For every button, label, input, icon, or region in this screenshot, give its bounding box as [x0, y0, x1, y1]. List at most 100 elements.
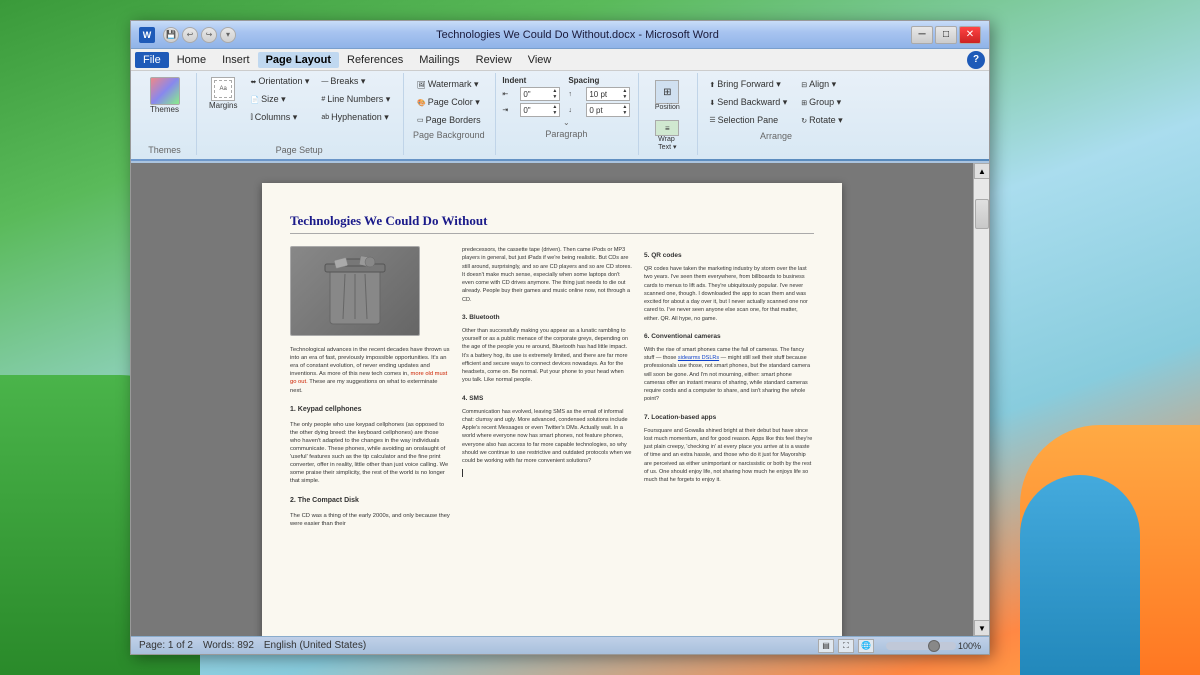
- maximize-button[interactable]: □: [935, 26, 957, 44]
- spacing-before-down[interactable]: ▼: [622, 94, 627, 100]
- spacing-before-field[interactable]: 10 pt ▲ ▼: [586, 87, 630, 101]
- zoom-control: 100%: [886, 641, 981, 651]
- wrap-text-icon: ≡: [655, 120, 679, 136]
- watermark-label: Watermark ▾: [428, 79, 479, 90]
- menu-file[interactable]: File: [135, 52, 169, 68]
- menu-review[interactable]: Review: [468, 52, 520, 68]
- line-numbers-label: Line Numbers ▾: [327, 94, 390, 105]
- paragraph-dialog-launcher[interactable]: ⌄: [563, 118, 570, 127]
- section3-text: Other than successfully making you appea…: [462, 327, 632, 385]
- minimize-button[interactable]: ─: [911, 26, 933, 44]
- indent-right-field[interactable]: 0" ▲ ▼: [520, 103, 560, 117]
- desktop-shape-right2: [1020, 475, 1140, 675]
- themes-group: Themes Themes: [137, 73, 197, 155]
- position-label: Position: [655, 104, 680, 111]
- menu-page-layout[interactable]: Page Layout: [258, 52, 339, 68]
- themes-label: Themes: [150, 105, 179, 114]
- trash-image: [290, 246, 420, 336]
- scroll-thumb[interactable]: [975, 199, 989, 229]
- page-container[interactable]: Technologies We Could Do Without: [131, 163, 973, 636]
- print-layout-view[interactable]: ▤: [818, 639, 834, 653]
- section2-title: 2. The Compact Disk: [290, 497, 450, 504]
- position-wraptext-group: ⊞ Position ≡ WrapText ▾: [641, 73, 698, 155]
- indent-right-row: ⇥ 0" ▲ ▼: [502, 103, 560, 117]
- columns-label: Columns ▾: [255, 112, 298, 123]
- hyphenation-button[interactable]: ab Hyphenation ▾: [316, 109, 395, 126]
- menu-references[interactable]: References: [339, 52, 411, 68]
- zoom-slider-thumb[interactable]: [928, 640, 940, 652]
- page-background-group: 🖼 Watermark ▾ 🎨 Page Color ▾ ▭ Page Bord…: [406, 73, 496, 155]
- bring-forward-label: Bring Forward ▾: [717, 79, 781, 90]
- customize-quick-btn[interactable]: ▾: [220, 27, 236, 43]
- help-btn[interactable]: ?: [967, 51, 985, 69]
- group-button[interactable]: ⊞ Group ▾: [796, 94, 847, 111]
- save-quick-btn[interactable]: 💾: [163, 27, 179, 43]
- word-page: Technologies We Could Do Without: [262, 183, 842, 636]
- redo-quick-btn[interactable]: ↪: [201, 27, 217, 43]
- page-color-button[interactable]: 🎨 Page Color ▾: [412, 94, 486, 111]
- ribbon-content: Themes Themes Aa Margins: [131, 71, 989, 159]
- scroll-track[interactable]: [974, 179, 989, 620]
- spacing-before-icon: ↑: [568, 91, 584, 98]
- menu-mailings[interactable]: Mailings: [411, 52, 467, 68]
- indent-right-down[interactable]: ▼: [552, 110, 557, 116]
- indent-left-field[interactable]: 0" ▲ ▼: [520, 87, 560, 101]
- spacing-after-field[interactable]: 0 pt ▲ ▼: [586, 103, 630, 117]
- themes-group-label: Themes: [148, 145, 181, 155]
- themes-buttons: Themes: [144, 73, 186, 143]
- line-numbers-button[interactable]: # Line Numbers ▾: [316, 91, 395, 108]
- vertical-scrollbar[interactable]: ▲ ▼: [973, 163, 989, 636]
- orientation-button[interactable]: ⬌ Orientation ▾: [245, 73, 314, 90]
- group-label: Group ▾: [809, 97, 841, 108]
- close-button[interactable]: ✕: [959, 26, 981, 44]
- send-backward-button[interactable]: ⬇ Send Backward ▾: [704, 94, 792, 111]
- menu-insert[interactable]: Insert: [214, 52, 258, 68]
- selection-pane-button[interactable]: ☰ Selection Pane: [704, 112, 792, 128]
- page-title: Technologies We Could Do Without: [290, 213, 814, 234]
- full-screen-view[interactable]: ⛶: [838, 639, 854, 653]
- section7-title: 7. Location-based apps: [644, 414, 814, 421]
- watermark-button[interactable]: 🖼 Watermark ▾: [412, 76, 486, 93]
- zoom-level: 100%: [958, 641, 981, 651]
- ribbon-border: [131, 159, 989, 161]
- spacing-after-down[interactable]: ▼: [622, 110, 627, 116]
- right-column: predecessors, the cassette tape (driven)…: [462, 246, 814, 636]
- bring-forward-button[interactable]: ⬆ Bring Forward ▾: [704, 76, 792, 93]
- align-button[interactable]: ⊟ Align ▾: [796, 76, 847, 93]
- article-col-2: 5. QR codes QR codes have taken the mark…: [644, 246, 814, 636]
- page-borders-label: Page Borders: [426, 115, 481, 125]
- position-button[interactable]: ⊞ Position: [645, 76, 689, 115]
- breaks-button[interactable]: — Breaks ▾: [316, 73, 395, 90]
- zoom-slider-track[interactable]: [886, 642, 956, 650]
- scroll-down-arrow[interactable]: ▼: [974, 620, 989, 636]
- section4-title: 4. SMS: [462, 395, 632, 402]
- themes-button[interactable]: Themes: [144, 73, 186, 118]
- section2-text-partial: The CD was a thing of the early 2000s, a…: [290, 512, 450, 528]
- web-layout-view[interactable]: 🌐: [858, 639, 874, 653]
- status-bar: Page: 1 of 2 Words: 892 English (United …: [131, 636, 989, 654]
- indent-left-down[interactable]: ▼: [552, 94, 557, 100]
- quick-access-toolbar: 💾 ↩ ↪ ▾: [163, 27, 236, 43]
- position-icon: ⊞: [655, 80, 679, 104]
- page-setup-label: Page Setup: [276, 145, 323, 155]
- spacing-before-value: 10 pt: [589, 90, 622, 99]
- rotate-button[interactable]: ↻ Rotate ▾: [796, 112, 847, 129]
- size-button[interactable]: 📄 Size ▾: [245, 91, 314, 108]
- menu-view[interactable]: View: [520, 52, 560, 68]
- view-controls: ▤ ⛶ 🌐 100%: [818, 639, 981, 653]
- breaks-label: Breaks ▾: [330, 76, 365, 87]
- page-borders-button[interactable]: ▭ Page Borders: [412, 112, 486, 128]
- scroll-up-arrow[interactable]: ▲: [974, 163, 989, 179]
- wrap-text-button[interactable]: ≡ WrapText ▾: [645, 116, 689, 155]
- paragraph-group: Indent ⇤ 0" ▲ ▼ ⇥: [498, 73, 639, 155]
- spacing-before-row: ↑ 10 pt ▲ ▼: [568, 87, 630, 101]
- word-window: W 💾 ↩ ↪ ▾ Technologies We Could Do Witho…: [130, 20, 990, 655]
- indent-label: Indent: [502, 76, 560, 85]
- margins-button[interactable]: Aa Margins: [203, 73, 243, 114]
- undo-quick-btn[interactable]: ↩: [182, 27, 198, 43]
- spacing-after-value: 0 pt: [589, 106, 622, 115]
- columns-button[interactable]: ⫿ Columns ▾: [245, 109, 314, 126]
- menu-home[interactable]: Home: [169, 52, 214, 68]
- indent-left-value: 0": [523, 90, 552, 99]
- section6-title: 6. Conventional cameras: [644, 333, 814, 340]
